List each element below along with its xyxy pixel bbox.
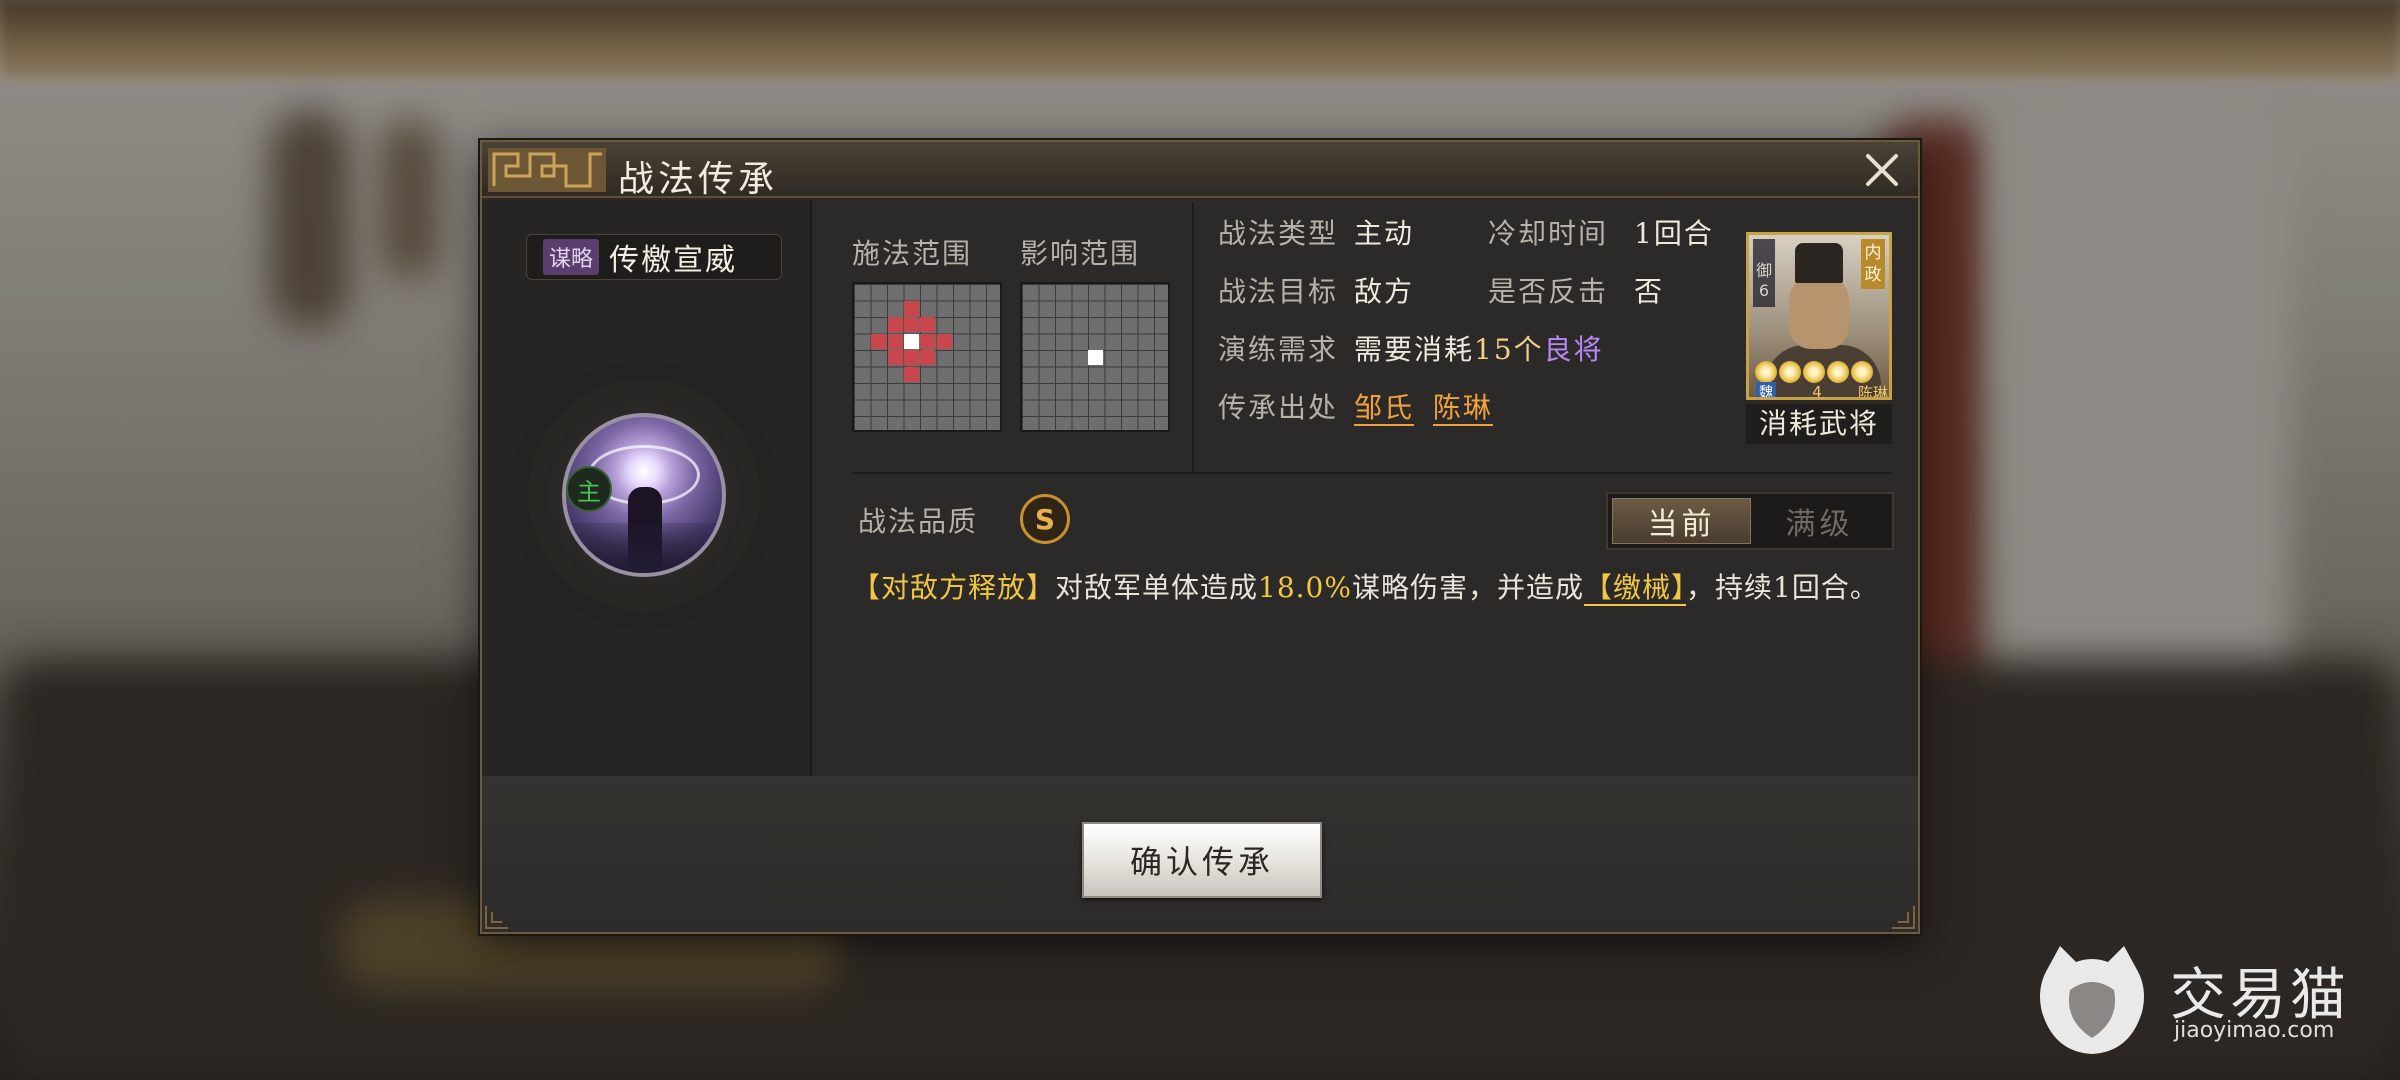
tab-current[interactable]: 当前 bbox=[1612, 498, 1751, 544]
star-icon bbox=[1755, 361, 1777, 383]
watermark: 交易猫 jiaoyimao.com bbox=[2030, 940, 2370, 1060]
info-row-require: 演练需求 需要消耗15个良将 bbox=[1218, 333, 1604, 366]
tab-max-level[interactable]: 满级 bbox=[1751, 498, 1888, 544]
source-link-1[interactable]: 邹氏 bbox=[1354, 391, 1415, 426]
skill-description: 【对敌方释放】对敌军单体造成18.0%谋略伤害，并造成【缴械】，持续1回合。 bbox=[852, 571, 1879, 606]
card-caption: 消耗武将 bbox=[1746, 404, 1892, 444]
divider bbox=[1192, 202, 1194, 472]
card-footer: 魏 4 陈琳 bbox=[1752, 382, 1889, 400]
quality-grade-badge: S bbox=[1020, 494, 1070, 544]
skill-panel: 谋略 传檄宣威 主 bbox=[482, 200, 812, 776]
general-card[interactable]: 御6 内政 魏 4 陈琳 消耗武将 bbox=[1746, 232, 1892, 444]
level-toggle: 当前 满级 bbox=[1606, 492, 1894, 550]
cat-logo-icon bbox=[2040, 946, 2144, 1054]
info-cooldown: 冷却时间 1回合 bbox=[1488, 217, 1714, 250]
dialog-titlebar: 战法传承 bbox=[482, 142, 1918, 200]
close-icon bbox=[1866, 154, 1898, 186]
dialog-footer: 确认传承 bbox=[482, 776, 1918, 932]
star-icon bbox=[1851, 361, 1873, 383]
skill-name-box: 谋略 传檄宣威 bbox=[526, 234, 782, 280]
range-section: 施法范围 影响范围 bbox=[852, 212, 1192, 442]
star-icon bbox=[1803, 361, 1825, 383]
main-skill-badge: 主 bbox=[566, 466, 612, 512]
general-cost: 4 bbox=[1812, 383, 1822, 400]
watermark-domain: jiaoyimao.com bbox=[2174, 1018, 2335, 1043]
skill-name: 传檄宣威 bbox=[609, 243, 738, 278]
source-link-2[interactable]: 陈琳 bbox=[1432, 391, 1493, 426]
corner-ornament-icon bbox=[1892, 906, 1915, 929]
confirm-inherit-button[interactable]: 确认传承 bbox=[1082, 822, 1322, 898]
cast-range-label: 施法范围 bbox=[852, 237, 973, 270]
corner-ornament-icon bbox=[485, 906, 508, 929]
info-row-target: 战法目标 敌方 bbox=[1218, 275, 1415, 308]
divider bbox=[852, 472, 1892, 474]
info-row-source: 传承出处 邹氏 陈琳 bbox=[1218, 391, 1493, 426]
dialog-title: 战法传承 bbox=[618, 159, 779, 200]
title-ornament-icon bbox=[488, 148, 606, 192]
quality-label: 战法品质 bbox=[858, 505, 979, 538]
faction-badge: 魏 bbox=[1756, 382, 1776, 397]
info-counter: 是否反击 否 bbox=[1488, 275, 1665, 308]
cast-range-grid bbox=[852, 282, 1002, 432]
role-tag: 内政 bbox=[1861, 239, 1885, 289]
effect-range-label: 影响范围 bbox=[1020, 237, 1141, 270]
star-icon bbox=[1827, 361, 1849, 383]
general-portrait: 御6 内政 魏 4 陈琳 bbox=[1746, 232, 1892, 400]
skill-inherit-dialog: 战法传承 谋略 传檄宣威 主 施法范围 影响范围 战法类型 主动 冷却时间 1回… bbox=[480, 140, 1920, 934]
star-icon bbox=[1779, 361, 1801, 383]
effect-range-grid bbox=[1020, 282, 1170, 432]
close-button[interactable] bbox=[1860, 148, 1904, 192]
disarm-status-link[interactable]: 【缴械】 bbox=[1584, 571, 1687, 606]
troop-type-tag: 御6 bbox=[1753, 239, 1775, 307]
skill-info: 战法类型 主动 冷却时间 1回合 战法目标 敌方 是否反击 否 演练需求 需要消… bbox=[1204, 200, 1744, 460]
skill-type-tag: 谋略 bbox=[543, 239, 600, 275]
general-name: 陈琳 bbox=[1857, 383, 1888, 400]
star-rating bbox=[1755, 361, 1873, 383]
info-row-type: 战法类型 主动 bbox=[1218, 217, 1415, 250]
